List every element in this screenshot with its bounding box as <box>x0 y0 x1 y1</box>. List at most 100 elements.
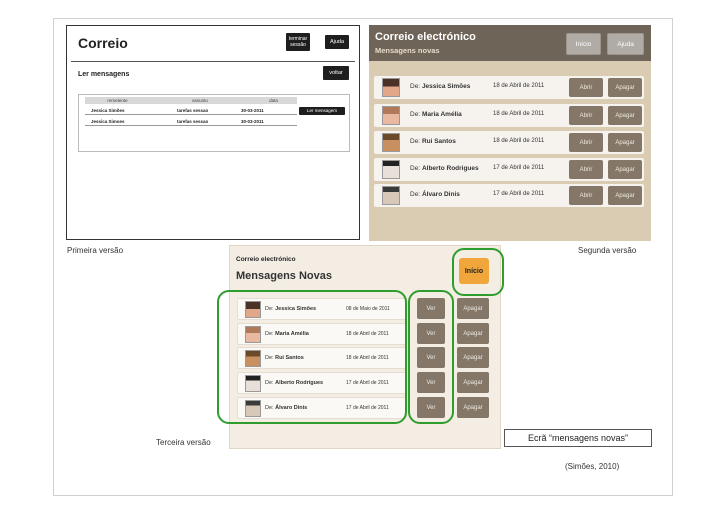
v3-title: Correio electrónico <box>236 256 296 263</box>
list-item[interactable]: De: Alberto Rodrigues 17 de Abril de 201… <box>237 372 407 394</box>
list-item[interactable]: De: Álvaro Dinis 17 de Abril de 2011 <box>237 397 407 419</box>
ver-button[interactable]: Ver <box>417 298 445 319</box>
avatar <box>245 400 261 417</box>
col-remetente: remetente <box>107 98 128 103</box>
de-label: De: <box>410 191 421 198</box>
sender-name: Alberto Rodrigues <box>421 165 479 172</box>
sender-name: Maria Amélia <box>421 111 462 118</box>
message-date: 18 de Abril de 2011 <box>346 355 389 361</box>
cell-remetente: Jessica Simões <box>91 108 125 113</box>
avatar <box>382 78 400 97</box>
apagar-button[interactable]: Apagar <box>457 372 489 393</box>
sender-name: Álvaro Dinis <box>275 405 308 411</box>
v2-inicio-button[interactable]: Início <box>566 33 601 55</box>
table-row[interactable]: Jessica Simoes tarefas sessao 30-03-2011 <box>85 117 297 126</box>
voltar-button[interactable]: voltar <box>323 66 349 80</box>
list-item[interactable]: De: Jessica Simões 18 de Abril de 2011 A… <box>374 76 644 99</box>
cell-data: 30-03-2011 <box>241 119 264 124</box>
de-label: De: <box>410 165 421 172</box>
message-date: 18 de Abril de 2011 <box>493 138 545 144</box>
citation: (Simões, 2010) <box>565 462 620 471</box>
abrir-button[interactable]: Abrir <box>569 133 603 152</box>
table-row[interactable]: Jessica Simões tarefas sessao 30-03-2011 <box>85 106 297 115</box>
v1-separator <box>71 61 355 62</box>
list-item[interactable]: De: Jessica Simões 08 de Maio de 2011 <box>237 298 407 320</box>
cell-assunto: tarefas sessao <box>177 108 209 113</box>
abrir-button[interactable]: Abrir <box>569 186 603 205</box>
sender-name: Alberto Rodrigues <box>275 380 324 386</box>
label-terceira-versao: Terceira versão <box>156 438 211 447</box>
de-label: De: <box>265 405 274 411</box>
label-segunda-versao: Segunda versão <box>578 246 637 255</box>
list-item[interactable]: De: Alberto Rodrigues 17 de Abril de 201… <box>374 158 644 181</box>
apagar-button[interactable]: Apagar <box>457 347 489 368</box>
caption-box: Ecrã “mensagens novas” <box>504 429 652 447</box>
de-label: De: <box>265 355 274 361</box>
ler-mensagem-button[interactable]: Ler mensagem <box>299 107 345 115</box>
list-item[interactable]: De: Maria Amélia 18 de Abril de 2011 <box>237 323 407 345</box>
avatar <box>382 133 400 152</box>
avatar <box>382 160 400 179</box>
message-date: 18 de Abril de 2011 <box>346 331 389 337</box>
apagar-button[interactable]: Apagar <box>608 186 642 205</box>
list-item[interactable]: De: Álvaro Dinis 17 de Abril de 2011 Abr… <box>374 184 644 207</box>
apagar-button[interactable]: Apagar <box>608 133 642 152</box>
terminar-sessao-button[interactable]: terminar sessão <box>286 33 310 51</box>
ver-button[interactable]: Ver <box>417 397 445 418</box>
cell-data: 30-03-2011 <box>241 108 264 113</box>
frame-right-line <box>672 18 673 496</box>
sender-name: Jessica Simões <box>421 83 471 90</box>
message-date: 18 de Abril de 2011 <box>493 111 545 117</box>
message-date: 17 de Abril de 2011 <box>493 165 545 171</box>
v3-inicio-button[interactable]: Início <box>459 258 489 284</box>
label-primeira-versao: Primeira versão <box>67 246 124 255</box>
v2-subtitle: Mensagens novas <box>375 46 440 55</box>
apagar-button[interactable]: Apagar <box>608 160 642 179</box>
avatar <box>245 326 261 343</box>
de-label: De: <box>265 306 274 312</box>
apagar-button[interactable]: Apagar <box>608 78 642 97</box>
de-label: De: <box>410 138 421 145</box>
col-assunto: assunto <box>192 98 208 103</box>
message-date: 17 de Abril de 2011 <box>493 191 545 197</box>
frame-top-line <box>53 18 673 19</box>
v1-subtitle: Ler mensagens <box>78 71 130 78</box>
col-data: data <box>269 98 278 103</box>
avatar <box>382 106 400 125</box>
de-label: De: <box>410 83 421 90</box>
list-item[interactable]: De: Rui Santos 18 de Abril de 2011 Abrir… <box>374 131 644 154</box>
de-label: De: <box>265 331 274 337</box>
version-1-screen: Correio terminar sessão Ajuda Ler mensag… <box>66 25 360 240</box>
message-date: 17 de Abril de 2011 <box>346 380 389 386</box>
v2-title: Correio electrónico <box>375 31 476 43</box>
apagar-button[interactable]: Apagar <box>608 106 642 125</box>
v1-title: Correio <box>78 35 128 51</box>
list-item[interactable]: De: Rui Santos 18 de Abril de 2011 <box>237 347 407 369</box>
ver-button[interactable]: Ver <box>417 372 445 393</box>
apagar-button[interactable]: Apagar <box>457 397 489 418</box>
avatar <box>382 186 400 205</box>
apagar-button[interactable]: Apagar <box>457 298 489 319</box>
abrir-button[interactable]: Abrir <box>569 160 603 179</box>
message-date: 08 de Maio de 2011 <box>346 306 390 312</box>
v1-table-header: remetente assunto data <box>85 97 297 104</box>
v1-ajuda-button[interactable]: Ajuda <box>325 35 349 49</box>
frame-bottom-line <box>53 495 673 496</box>
version-2-screen: Correio electrónico Mensagens novas Iníc… <box>369 25 651 241</box>
list-item[interactable]: De: Maria Amélia 18 de Abril de 2011 Abr… <box>374 104 644 127</box>
v2-ajuda-button[interactable]: Ajuda <box>607 33 644 55</box>
abrir-button[interactable]: Abrir <box>569 78 603 97</box>
ver-button[interactable]: Ver <box>417 323 445 344</box>
sender-name: Rui Santos <box>421 138 456 145</box>
de-label: De: <box>410 111 421 118</box>
sender-name: Maria Amélia <box>275 331 309 337</box>
v3-subtitle: Mensagens Novas <box>236 270 332 282</box>
avatar <box>245 350 261 367</box>
ver-button[interactable]: Ver <box>417 347 445 368</box>
cell-assunto: tarefas sessao <box>177 119 209 124</box>
v2-header: Correio electrónico Mensagens novas Iníc… <box>369 25 651 61</box>
message-date: 18 de Abril de 2011 <box>493 83 545 89</box>
frame-left-line <box>53 18 54 496</box>
abrir-button[interactable]: Abrir <box>569 106 603 125</box>
apagar-button[interactable]: Apagar <box>457 323 489 344</box>
